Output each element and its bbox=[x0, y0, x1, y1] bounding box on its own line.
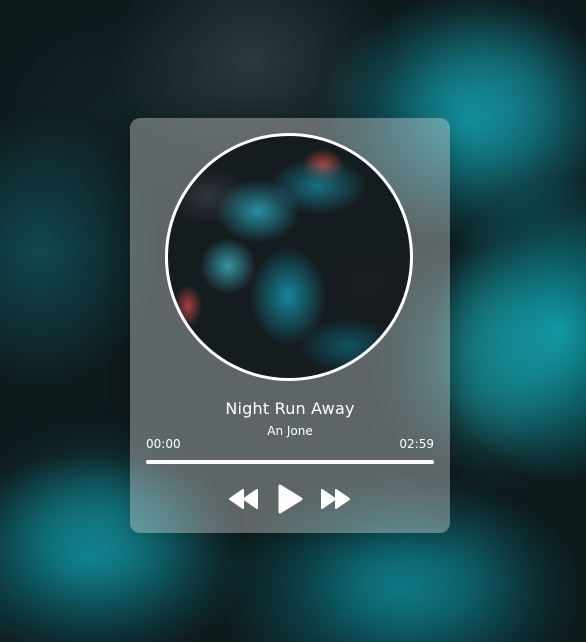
play-icon bbox=[278, 484, 303, 514]
track-duration: 02:59 bbox=[399, 437, 434, 451]
album-art bbox=[165, 133, 413, 381]
rewind-icon bbox=[229, 489, 258, 509]
artist-name: An Jone bbox=[267, 424, 313, 438]
track-title: Night Run Away bbox=[225, 399, 355, 418]
rewind-button[interactable] bbox=[229, 483, 259, 515]
progress-fill bbox=[146, 460, 434, 464]
music-player-card: Night Run Away An Jone 00:00 02:59 bbox=[130, 118, 450, 533]
play-button[interactable] bbox=[276, 483, 304, 515]
progress-bar[interactable] bbox=[146, 460, 434, 464]
fast-forward-icon bbox=[321, 489, 350, 509]
elapsed-time: 00:00 bbox=[146, 437, 181, 451]
fast-forward-button[interactable] bbox=[320, 483, 350, 515]
playback-controls bbox=[130, 483, 450, 515]
